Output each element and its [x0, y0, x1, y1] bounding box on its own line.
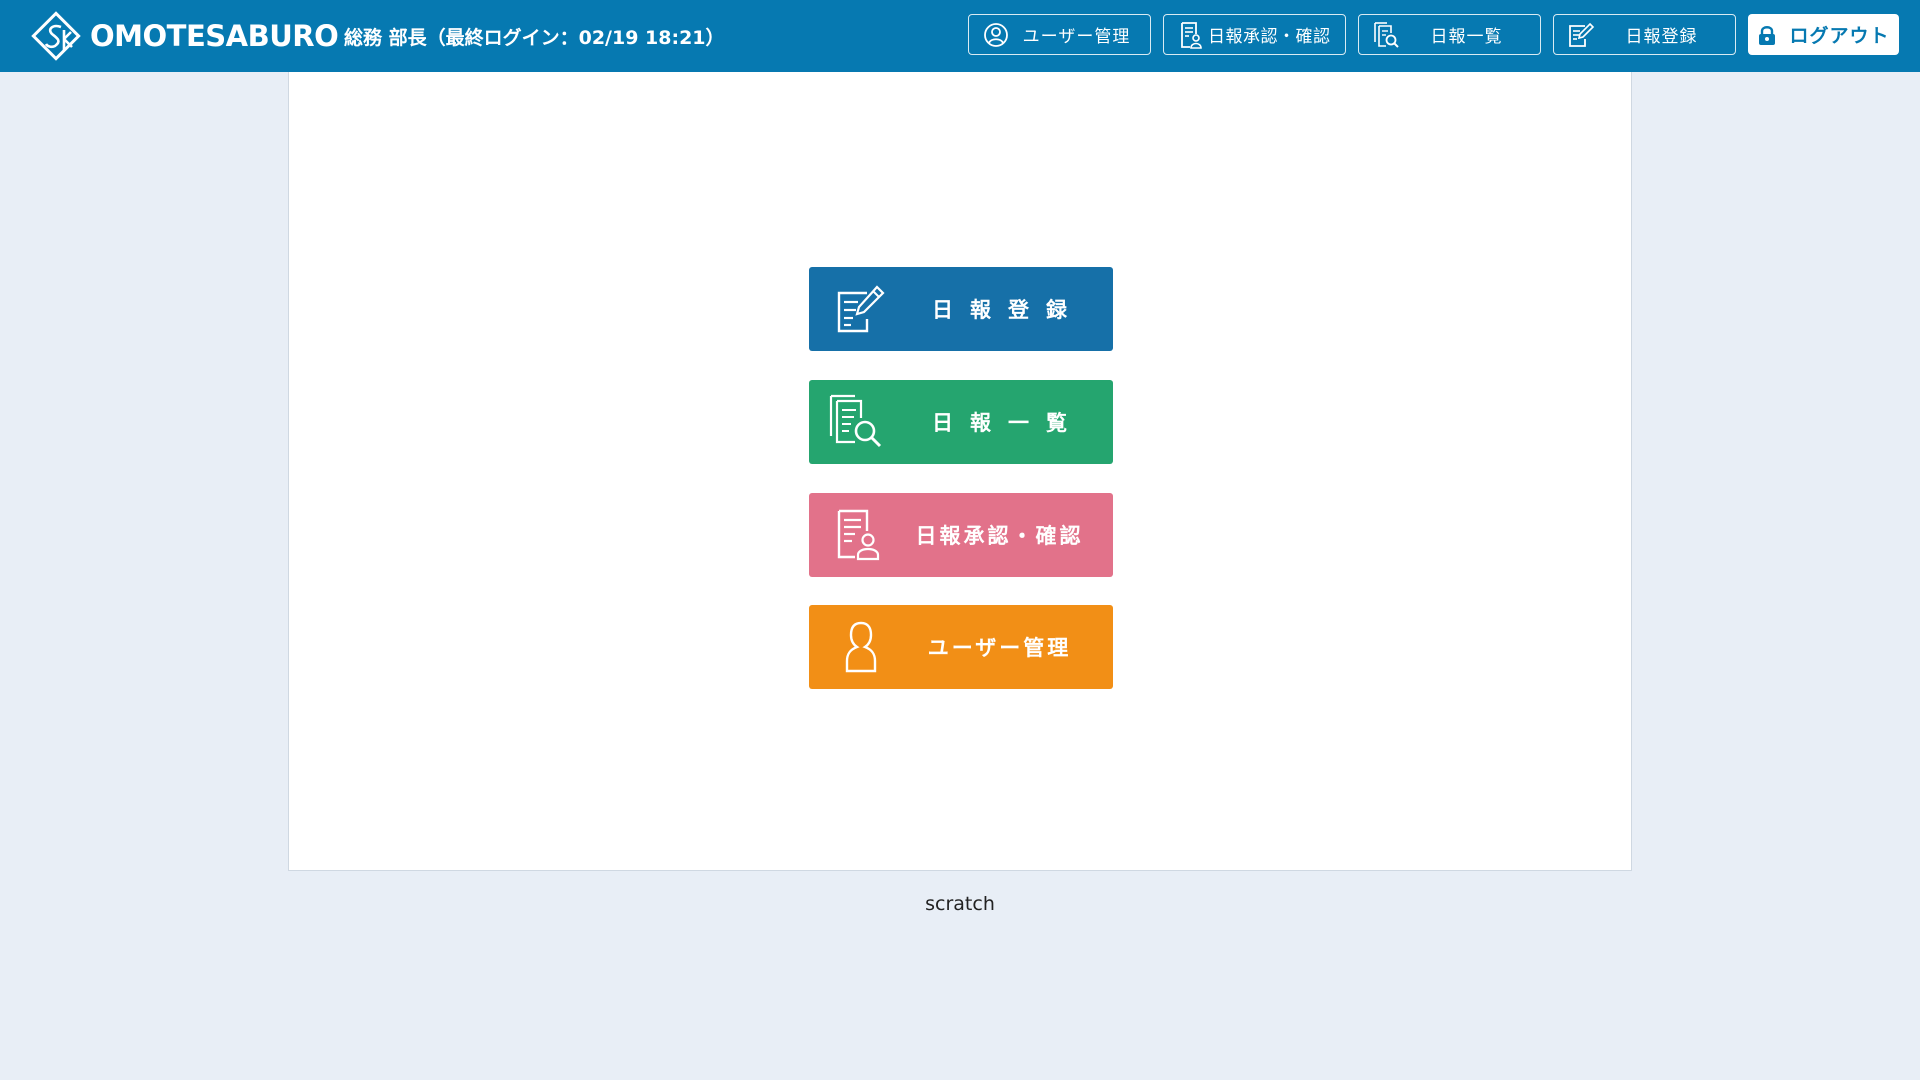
nav-list-button[interactable]: 日報一覧 — [1358, 14, 1541, 55]
nav-register-button[interactable]: 日報登録 — [1553, 14, 1736, 55]
user-icon — [845, 621, 877, 673]
menu-user-management-button[interactable]: ユーザー管理 — [809, 605, 1113, 689]
brand-name: OMOTESABURO — [90, 19, 339, 53]
document-edit-icon — [837, 285, 885, 333]
menu-list-button[interactable]: 日報一覧 — [809, 380, 1113, 464]
menu-approval-button[interactable]: 日報承認・確認 — [809, 493, 1113, 577]
sk-logo-icon — [31, 11, 81, 61]
nav-list-label: 日報一覧 — [1430, 27, 1503, 47]
menu-register-label: 日報登録 — [932, 298, 1084, 322]
nav-user-management-button[interactable]: ユーザー管理 — [968, 14, 1151, 55]
menu-user-management-label: ユーザー管理 — [927, 636, 1072, 660]
menu-register-button[interactable]: 日報登録 — [809, 267, 1113, 351]
brand-logo[interactable]: OMOTESABURO — [28, 8, 339, 64]
document-edit-icon — [1569, 22, 1595, 47]
menu-list-label: 日報一覧 — [932, 411, 1084, 435]
documents-search-icon — [1374, 21, 1399, 48]
menu-approval-label: 日報承認・確認 — [915, 524, 1084, 548]
documents-search-icon — [829, 394, 882, 448]
user-icon — [984, 22, 1008, 47]
document-person-icon — [837, 509, 880, 561]
nav-user-management-label: ユーザー管理 — [1022, 27, 1131, 47]
logout-label: ログアウト — [1789, 25, 1890, 47]
lock-icon — [1759, 25, 1776, 45]
logout-button[interactable]: ログアウト — [1748, 14, 1899, 55]
user-login-info: 総務 部長（最終ログイン：02/19 18:21） — [344, 27, 725, 49]
document-person-icon — [1181, 21, 1202, 49]
main-panel: 日報登録 日報一覧 日報承認・確認 ユーザー管理 — [288, 72, 1632, 871]
nav-approval-button[interactable]: 日報承認・確認 — [1163, 14, 1346, 55]
nav-approval-label: 日報承認・確認 — [1208, 27, 1331, 47]
footer-text: scratch — [925, 893, 995, 915]
nav-register-label: 日報登録 — [1625, 27, 1698, 47]
top-header: OMOTESABURO 総務 部長（最終ログイン：02/19 18:21） ユー… — [0, 0, 1920, 72]
